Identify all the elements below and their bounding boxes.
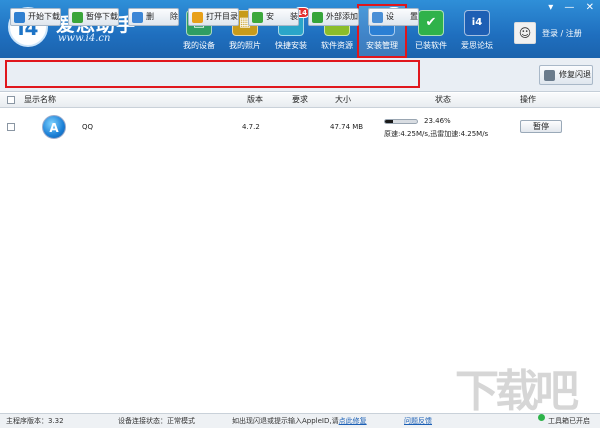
app-version: 主程序版本：3.32 [6,417,64,425]
button-label: 删 除 [146,12,178,21]
button-label: 修复闪退 [559,70,591,79]
size-cell: 47.74 MB [330,123,364,131]
install-flag-icon [252,12,263,23]
column-header-action[interactable]: 操作 [520,93,536,107]
column-header-requirement[interactable]: 要求 [292,93,308,107]
forum-icon: i4 [464,10,490,36]
column-header-version[interactable]: 版本 [247,93,263,107]
delete-icon [132,12,143,23]
crash-hint-text: 如出现闪退或提示输入AppleID,请 [232,417,339,425]
row-checkbox[interactable] [7,123,15,131]
minimize-icon[interactable]: — [564,2,574,13]
external-add-button[interactable]: 外部添加 [308,8,359,26]
toolbox-status-icon [538,414,545,421]
open-folder-icon [192,12,203,23]
connection-status: 设备连接状态：正常模式 [118,417,195,425]
toolbar-highlight-frame [5,60,420,88]
watermark-logo: 下载吧 [455,366,579,417]
wrench-icon [544,70,555,81]
delete-button[interactable]: 删 除 [128,8,179,26]
nav-label: 软件资源 [321,41,353,50]
external-add-icon [312,12,323,23]
avatar[interactable]: ☺ [514,22,536,44]
app-store-icon: A [42,115,66,139]
settings-gear-icon [372,12,383,23]
login-register-link[interactable]: 登录 / 注册 [542,28,582,39]
nav-label: 已装软件 [415,41,447,50]
row-pause-button[interactable]: 暂停 [520,120,562,133]
progress-fill [385,120,393,123]
button-label: 打开目录 [206,12,238,21]
nav-label: 爱思论坛 [461,41,493,50]
menu-dropdown-icon[interactable]: ▾ [548,2,553,13]
settings-button[interactable]: 设 置 [368,8,419,26]
select-all-checkbox[interactable] [7,96,15,104]
repair-crash-button[interactable]: 修复闪退 [539,65,593,85]
pause-download-button[interactable]: 暂停下载 [68,8,119,26]
status-bar: 主程序版本：3.32 设备连接状态：正常模式 如出现闪退或提示输入AppleID… [0,413,600,428]
app-url: www.i4.cn [58,33,111,44]
button-label: 安 装 [266,12,298,21]
app-name-cell: QQ [82,123,94,131]
table-header: 显示名称 版本 要求 大小 状态 操作 [0,93,600,108]
window-controls: ▾ — ✕ [540,2,594,13]
progress-percent: 23.46% [424,117,451,125]
button-label: 外部添加 [326,12,358,21]
column-header-status[interactable]: 状态 [435,93,451,107]
pause-download-icon [72,12,83,23]
column-header-name[interactable]: 显示名称 [24,93,56,107]
nav-label: 我的设备 [183,41,215,50]
column-header-size[interactable]: 大小 [335,93,351,107]
nav-label: 我的照片 [229,41,261,50]
start-download-button[interactable]: 开始下载 [10,8,61,26]
nav-label: 安装管理 [366,41,398,50]
download-speed: 原速:4.25M/s,迅雷加速:4.25M/s [384,130,489,138]
close-icon[interactable]: ✕ [586,2,594,13]
installed-apps-icon: ✔ [418,10,444,36]
start-download-icon [14,12,25,23]
repair-link[interactable]: 点此修复 [339,417,367,425]
table-row: A QQ 4.7.2 47.74 MB 23.46% 原速:4.25M/s,迅雷… [0,110,600,146]
toolbox-status: 工具箱已开启 [548,417,590,425]
feedback-link[interactable]: 问题反馈 [404,414,432,428]
open-folder-button[interactable]: 打开目录 [188,8,239,26]
crash-hint: 如出现闪退或提示输入AppleID,请点此修复 [232,414,367,428]
button-label: 暂停下载 [86,12,118,21]
nav-forum[interactable]: i4 爱思论坛 [454,10,500,56]
button-label: 开始下载 [28,12,60,21]
install-button[interactable]: 安 装 [248,8,299,26]
progress-bar [384,119,418,124]
version-cell: 4.7.2 [242,123,260,131]
nav-label: 快捷安装 [275,41,307,50]
toolbar [0,58,600,92]
button-label: 设 置 [386,12,418,21]
